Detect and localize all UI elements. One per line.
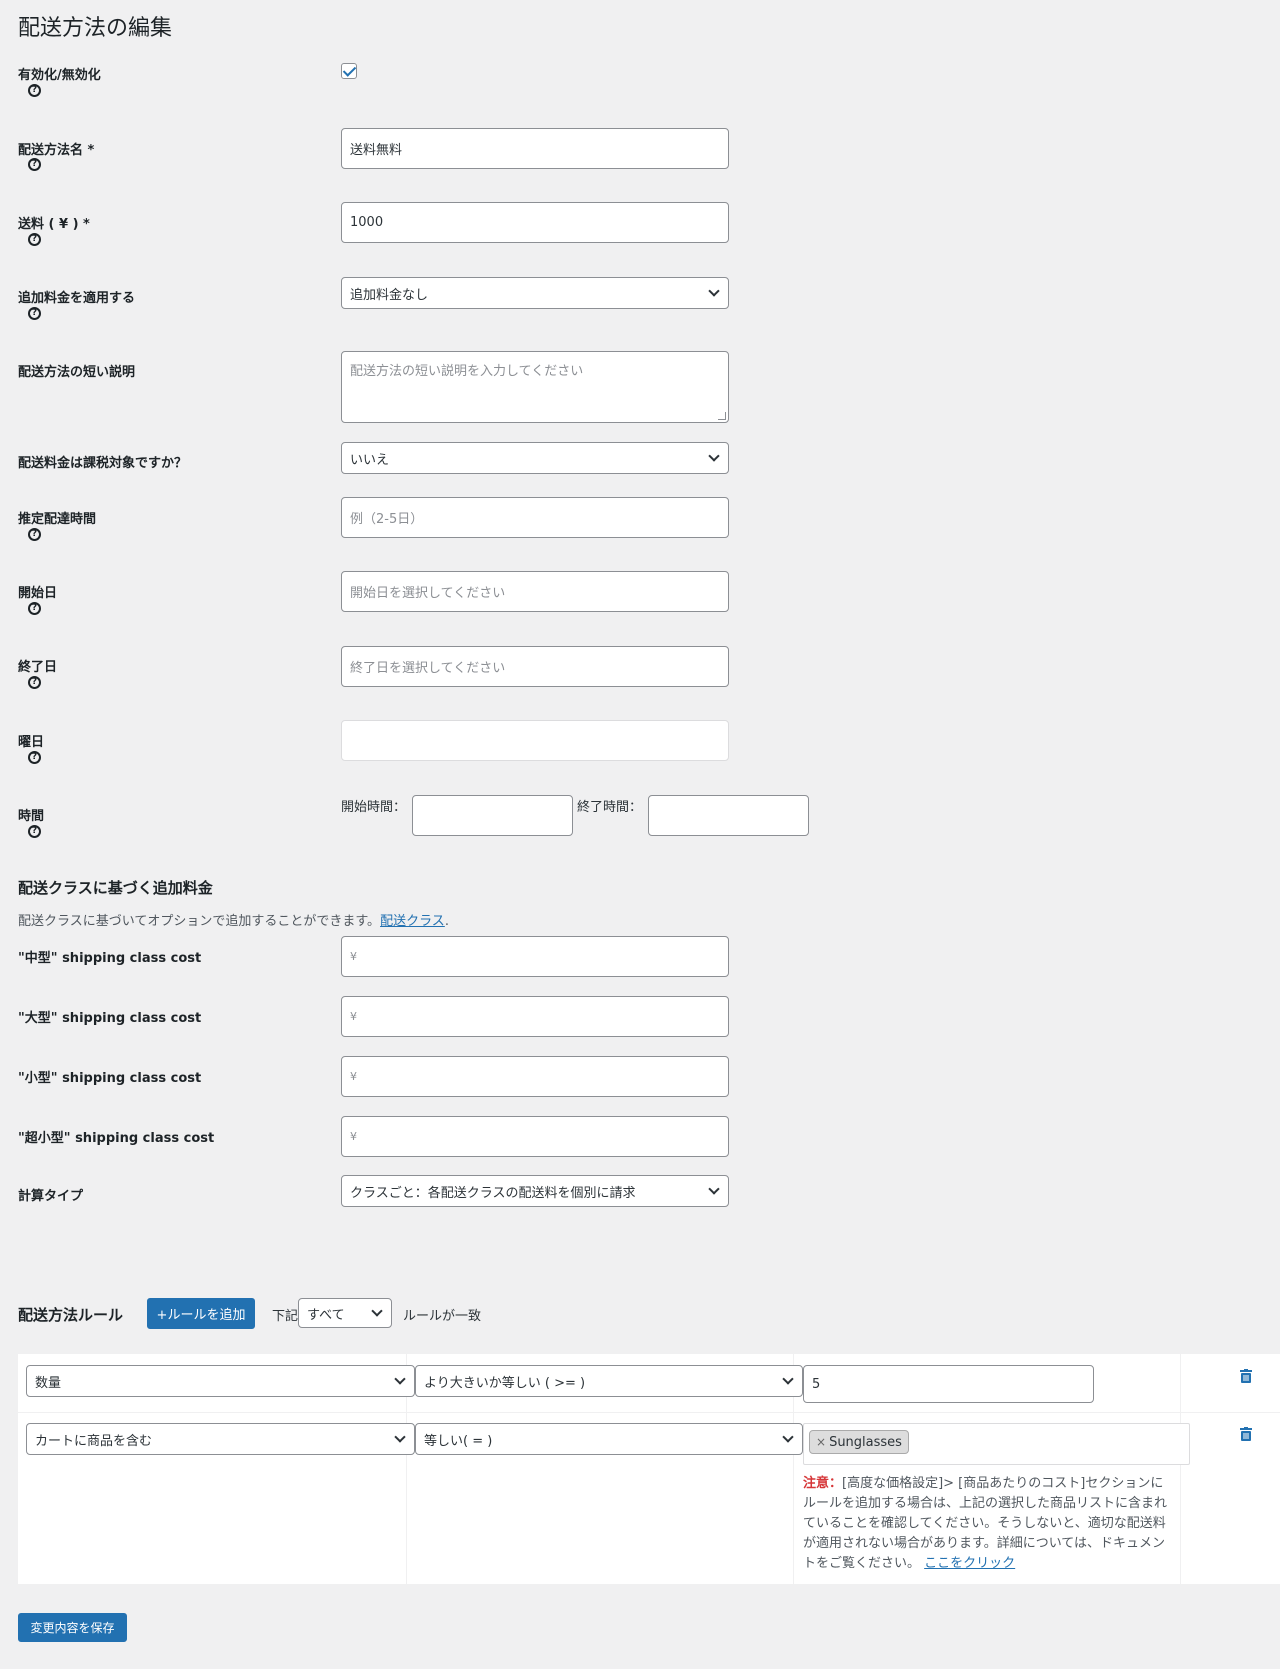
chevron-down-icon	[394, 1431, 406, 1443]
rules-title: 配送方法ルール	[18, 1306, 124, 1324]
rule-2-condition-value: カートに商品を含む	[35, 1433, 153, 1449]
class-cost-label-medium: "中型" shipping class cost	[18, 951, 202, 966]
rule-1-condition-value: 数量	[35, 1375, 62, 1391]
rule-2-operator-select[interactable]: 等しい( = )	[415, 1423, 803, 1455]
start-time-input[interactable]	[412, 795, 573, 836]
chevron-down-icon	[782, 1373, 794, 1385]
chevron-down-icon	[708, 1183, 720, 1195]
rule-1-condition-select[interactable]: 数量	[26, 1365, 415, 1397]
calc-type-value: クラスごと：各配送クラスの配送料を個別に請求	[350, 1185, 636, 1201]
calc-type-label: 計算タイプ	[18, 1189, 84, 1204]
taxable-select[interactable]: いいえ	[341, 442, 729, 474]
rule-note: 注意：[高度な価格設定]> [商品あたりのコスト]セクションにルールを追加する場…	[803, 1474, 1173, 1574]
class-cost-input-small[interactable]: ¥	[341, 1056, 729, 1097]
short-desc-textarea[interactable]: 配送方法の短い説明を入力してください	[341, 351, 729, 423]
save-changes-button[interactable]: 変更内容を保存	[18, 1613, 127, 1642]
time-label: 時間	[18, 809, 45, 824]
extra-fee-select[interactable]: 追加料金なし	[341, 277, 729, 309]
short-desc-label: 配送方法の短い説明	[18, 365, 136, 380]
taxable-value: いいえ	[350, 452, 390, 468]
resize-handle-icon[interactable]	[718, 412, 726, 420]
help-icon[interactable]: ?	[28, 528, 41, 541]
help-icon[interactable]: ?	[28, 158, 41, 171]
shipping-classes-link[interactable]: 配送クラス	[380, 914, 445, 929]
extra-fee-value: 追加料金なし	[350, 287, 429, 303]
class-cost-input-medium[interactable]: ¥	[341, 936, 729, 977]
rule-1-value-input[interactable]: 5	[803, 1365, 1094, 1403]
class-cost-label-large: "大型" shipping class cost	[18, 1011, 202, 1026]
rule-2-operator-value: 等しい( = )	[424, 1433, 493, 1449]
page-title: 配送方法の編集	[18, 16, 173, 41]
method-name-label: 配送方法名 *	[18, 143, 95, 158]
rule-2-condition-select[interactable]: カートに商品を含む	[26, 1423, 415, 1455]
class-costs-desc-suffix: .	[444, 914, 449, 929]
extra-fee-label: 追加料金を適用する	[18, 291, 136, 306]
match-type-value: すべて	[307, 1307, 345, 1323]
help-icon[interactable]: ?	[28, 84, 41, 97]
est-time-label: 推定配達時間	[18, 512, 97, 527]
chevron-down-icon	[371, 1305, 383, 1317]
trash-icon[interactable]	[1240, 1427, 1252, 1441]
remove-tag-icon[interactable]: ×	[816, 1435, 826, 1449]
cost-input[interactable]: 1000	[341, 202, 729, 243]
rule-1-operator-select[interactable]: より大きいか等しい ( >= )	[415, 1365, 803, 1397]
start-date-label: 開始日	[18, 586, 58, 601]
chevron-down-icon	[708, 285, 720, 297]
match-type-select[interactable]: すべて	[298, 1298, 392, 1328]
chevron-down-icon	[782, 1431, 794, 1443]
est-time-input[interactable]: 例（2-5日）	[341, 497, 729, 538]
help-icon[interactable]: ?	[28, 233, 41, 246]
help-icon[interactable]: ?	[28, 825, 41, 838]
match-prefix: 下記	[272, 1309, 299, 1324]
taxable-label: 配送料金は課税対象ですか？	[18, 456, 188, 471]
product-tag-label: Sunglasses	[829, 1434, 902, 1450]
help-icon[interactable]: ?	[28, 307, 41, 320]
chevron-down-icon	[708, 450, 720, 462]
calc-type-select[interactable]: クラスごと：各配送クラスの配送料を個別に請求	[341, 1175, 729, 1207]
end-date-label: 終了日	[18, 660, 58, 675]
class-cost-input-large[interactable]: ¥	[341, 996, 729, 1037]
end-time-label: 終了時間：	[577, 800, 643, 815]
cost-label: 送料 ( ¥ ) *	[18, 217, 90, 232]
rule-1-operator-value: より大きいか等しい ( >= )	[424, 1375, 586, 1391]
class-costs-title: 配送クラスに基づく追加料金	[18, 879, 213, 897]
class-cost-input-xsmall[interactable]: ¥	[341, 1116, 729, 1157]
method-name-input[interactable]: 送料無料	[341, 128, 729, 169]
enable-checkbox[interactable]	[341, 63, 357, 79]
docs-link[interactable]: ここをクリック	[924, 1556, 1015, 1571]
product-tag: × Sunglasses	[809, 1430, 909, 1454]
trash-icon[interactable]	[1240, 1369, 1252, 1383]
add-rule-button[interactable]: +ルールを追加	[147, 1298, 255, 1329]
end-date-input[interactable]: 終了日を選択してください	[341, 646, 729, 687]
weekday-label: 曜日	[18, 735, 45, 750]
help-icon[interactable]: ?	[28, 602, 41, 615]
class-cost-label-small: "小型" shipping class cost	[18, 1071, 202, 1086]
enable-label: 有効化/無効化	[18, 68, 101, 83]
help-icon[interactable]: ?	[28, 676, 41, 689]
note-warning-label: 注意：	[803, 1476, 843, 1491]
help-icon[interactable]: ?	[28, 751, 41, 764]
start-time-label: 開始時間：	[341, 800, 407, 815]
class-costs-desc: 配送クラスに基づいてオプションで追加することができます。配送クラス.	[18, 910, 449, 929]
start-date-input[interactable]: 開始日を選択してください	[341, 571, 729, 612]
class-cost-label-xsmall: "超小型" shipping class cost	[18, 1131, 215, 1146]
chevron-down-icon	[394, 1373, 406, 1385]
short-desc-placeholder: 配送方法の短い説明を入力してください	[350, 364, 584, 379]
end-time-input[interactable]	[648, 795, 809, 836]
match-suffix: ルールが一致	[403, 1309, 482, 1324]
weekday-select[interactable]	[341, 720, 729, 761]
class-costs-desc-text: 配送クラスに基づいてオプションで追加することができます。	[18, 914, 381, 929]
